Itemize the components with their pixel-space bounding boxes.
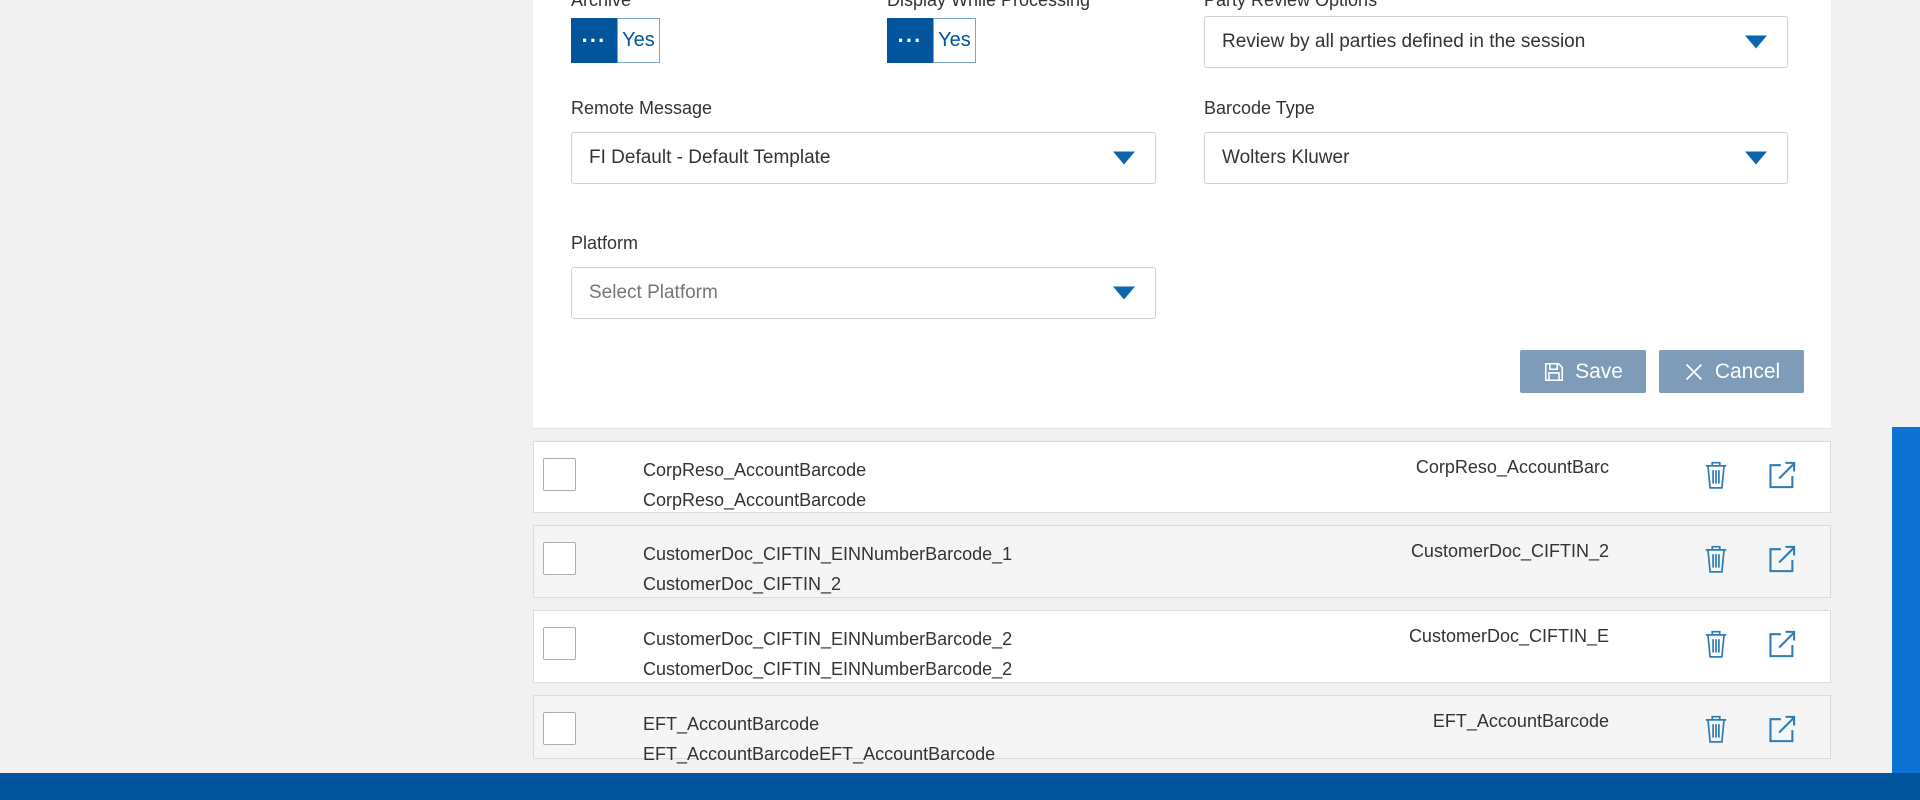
barcode-type-select[interactable]: Wolters Kluwer (1204, 132, 1788, 184)
row-value: CustomerDoc_CIFTIN_E (1149, 626, 1609, 647)
delete-button[interactable] (1700, 459, 1732, 493)
delete-button[interactable] (1700, 543, 1732, 577)
row-text: EFT_AccountBarcode EFT_AccountBarcodeEFT… (643, 709, 995, 769)
trash-icon (1703, 629, 1729, 662)
row-primary-text: CustomerDoc_CIFTIN_EINNumberBarcode_2 (643, 624, 1012, 654)
row-secondary-text: CustomerDoc_CIFTIN_2 (643, 569, 1012, 599)
remote-message-select[interactable]: FI Default - Default Template (571, 132, 1156, 184)
table-row: CorpReso_AccountBarcode CorpReso_Account… (533, 441, 1831, 513)
delete-button[interactable] (1700, 713, 1732, 747)
chevron-down-icon (1745, 152, 1767, 165)
row-primary-text: EFT_AccountBarcode (643, 709, 995, 739)
save-icon (1543, 361, 1565, 383)
external-link-icon (1767, 714, 1797, 747)
save-button[interactable]: Save (1520, 350, 1646, 393)
field-label-archive: Archive (571, 0, 631, 11)
row-checkbox[interactable] (543, 542, 576, 575)
table-row: CustomerDoc_CIFTIN_EINNumberBarcode_2 Cu… (533, 610, 1831, 683)
row-primary-text: CorpReso_AccountBarcode (643, 455, 866, 485)
row-value: CustomerDoc_CIFTIN_2 (1149, 541, 1609, 562)
row-checkbox[interactable] (543, 712, 576, 745)
row-value: EFT_AccountBarcode (1149, 711, 1609, 732)
cancel-button[interactable]: Cancel (1659, 350, 1804, 393)
barcode-type-value: Wolters Kluwer (1222, 147, 1349, 169)
chevron-down-icon (1113, 287, 1135, 300)
table-row: CustomerDoc_CIFTIN_EINNumberBarcode_1 Cu… (533, 525, 1831, 598)
field-label-display-while-processing: Display While Processing (887, 0, 1090, 11)
row-value: CorpReso_AccountBarc (1149, 457, 1609, 478)
field-label-barcode-type: Barcode Type (1204, 98, 1315, 119)
chevron-down-icon (1113, 152, 1135, 165)
row-checkbox[interactable] (543, 458, 576, 491)
row-checkbox[interactable] (543, 627, 576, 660)
display-toggle-value: Yes (933, 18, 976, 63)
field-label-platform: Platform (571, 233, 638, 254)
field-label-remote-message: Remote Message (571, 98, 712, 119)
close-icon (1683, 361, 1705, 383)
archive-toggle-value: Yes (617, 18, 660, 63)
delete-button[interactable] (1700, 628, 1732, 662)
row-secondary-text: CustomerDoc_CIFTIN_EINNumberBarcode_2 (643, 654, 1012, 684)
cancel-button-label: Cancel (1715, 360, 1780, 384)
archive-toggle[interactable]: ··· Yes (571, 18, 660, 63)
platform-select[interactable]: Select Platform (571, 267, 1156, 319)
open-button[interactable] (1766, 459, 1798, 493)
toggle-ellipsis-icon: ··· (887, 18, 933, 63)
row-text: CorpReso_AccountBarcode CorpReso_Account… (643, 455, 866, 515)
open-button[interactable] (1766, 543, 1798, 577)
display-while-processing-toggle[interactable]: ··· Yes (887, 18, 976, 63)
trash-icon (1703, 544, 1729, 577)
external-link-icon (1767, 629, 1797, 662)
footer-bar (0, 773, 1920, 800)
trash-icon (1703, 460, 1729, 493)
row-text: CustomerDoc_CIFTIN_EINNumberBarcode_1 Cu… (643, 539, 1012, 599)
platform-placeholder: Select Platform (589, 282, 718, 304)
party-review-options-select[interactable]: Review by all parties defined in the ses… (1204, 16, 1788, 68)
chevron-down-icon (1745, 36, 1767, 49)
remote-message-value: FI Default - Default Template (589, 147, 830, 169)
toggle-ellipsis-icon: ··· (571, 18, 617, 63)
trash-icon (1703, 714, 1729, 747)
row-secondary-text: EFT_AccountBarcodeEFT_AccountBarcode (643, 739, 995, 769)
open-button[interactable] (1766, 713, 1798, 747)
table-row: EFT_AccountBarcode EFT_AccountBarcodeEFT… (533, 695, 1831, 759)
party-review-options-value: Review by all parties defined in the ses… (1222, 31, 1585, 53)
settings-form-panel: Archive Display While Processing Party R… (533, 0, 1831, 429)
row-primary-text: CustomerDoc_CIFTIN_EINNumberBarcode_1 (643, 539, 1012, 569)
external-link-icon (1767, 460, 1797, 493)
row-text: CustomerDoc_CIFTIN_EINNumberBarcode_2 Cu… (643, 624, 1012, 684)
field-label-party-review-options: Party Review Options (1204, 0, 1377, 11)
external-link-icon (1767, 544, 1797, 577)
open-button[interactable] (1766, 628, 1798, 662)
save-button-label: Save (1575, 360, 1623, 384)
row-secondary-text: CorpReso_AccountBarcode (643, 485, 866, 515)
list-scrollbar-thumb[interactable] (1892, 427, 1920, 773)
